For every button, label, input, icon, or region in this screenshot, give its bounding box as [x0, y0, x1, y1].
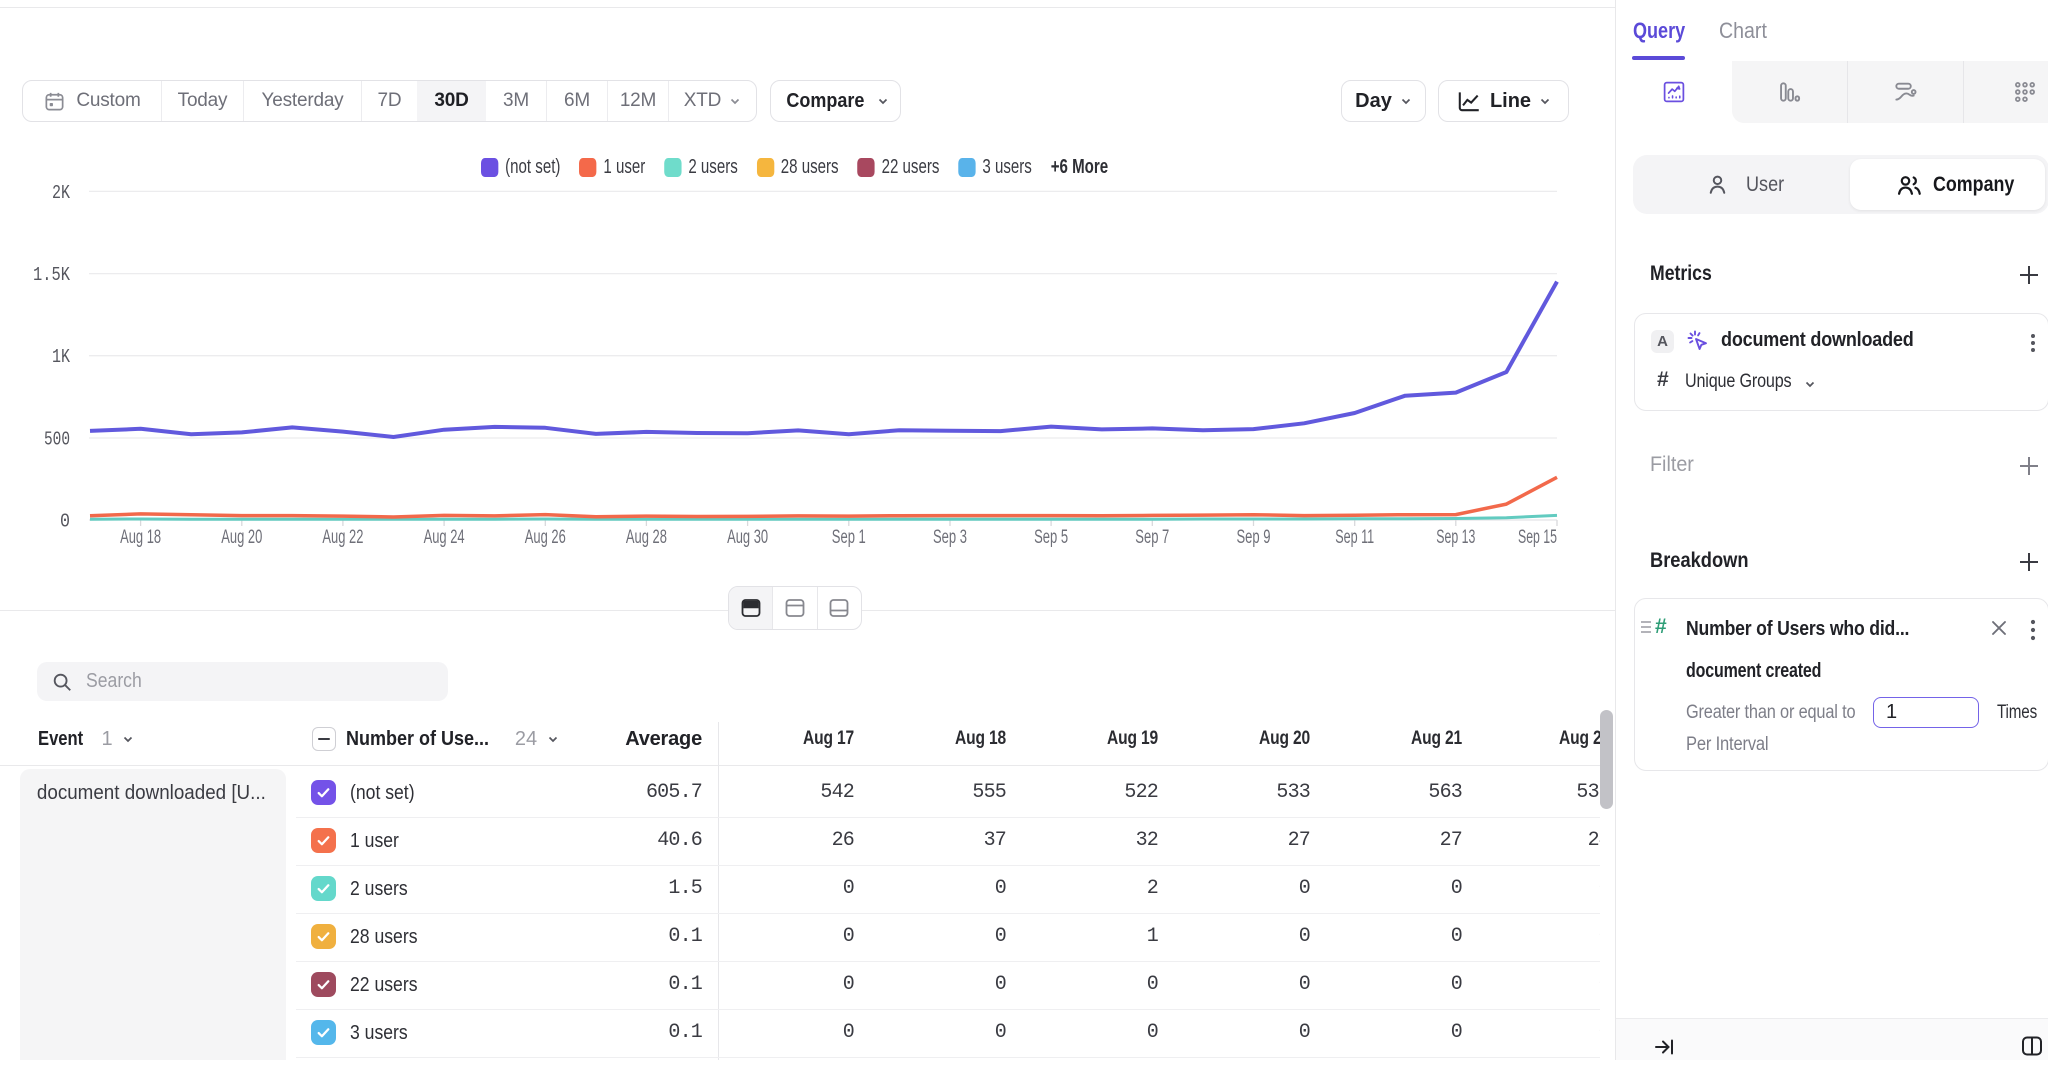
- svg-text:Sep 9: Sep 9: [1237, 527, 1271, 548]
- svg-text:Sep 7: Sep 7: [1135, 527, 1169, 548]
- svg-text:Aug 30: Aug 30: [727, 527, 768, 548]
- svg-text:Aug 18: Aug 18: [120, 527, 161, 548]
- svg-text:Sep 15: Sep 15: [1518, 527, 1557, 548]
- svg-text:Sep 1: Sep 1: [832, 527, 866, 548]
- svg-text:500: 500: [44, 429, 70, 451]
- svg-text:2K: 2K: [52, 182, 70, 204]
- svg-text:Aug 28: Aug 28: [626, 527, 667, 548]
- svg-text:Aug 26: Aug 26: [525, 527, 566, 548]
- svg-text:Sep 5: Sep 5: [1034, 527, 1068, 548]
- svg-text:Sep 11: Sep 11: [1335, 527, 1374, 548]
- svg-text:Aug 20: Aug 20: [221, 527, 262, 548]
- svg-text:Sep 13: Sep 13: [1436, 527, 1475, 548]
- svg-text:Aug 22: Aug 22: [322, 527, 363, 548]
- svg-text:Aug 24: Aug 24: [424, 527, 465, 548]
- svg-text:1K: 1K: [52, 346, 70, 368]
- svg-text:0: 0: [60, 511, 70, 533]
- svg-text:Sep 3: Sep 3: [933, 527, 967, 548]
- svg-text:1.5K: 1.5K: [33, 264, 70, 286]
